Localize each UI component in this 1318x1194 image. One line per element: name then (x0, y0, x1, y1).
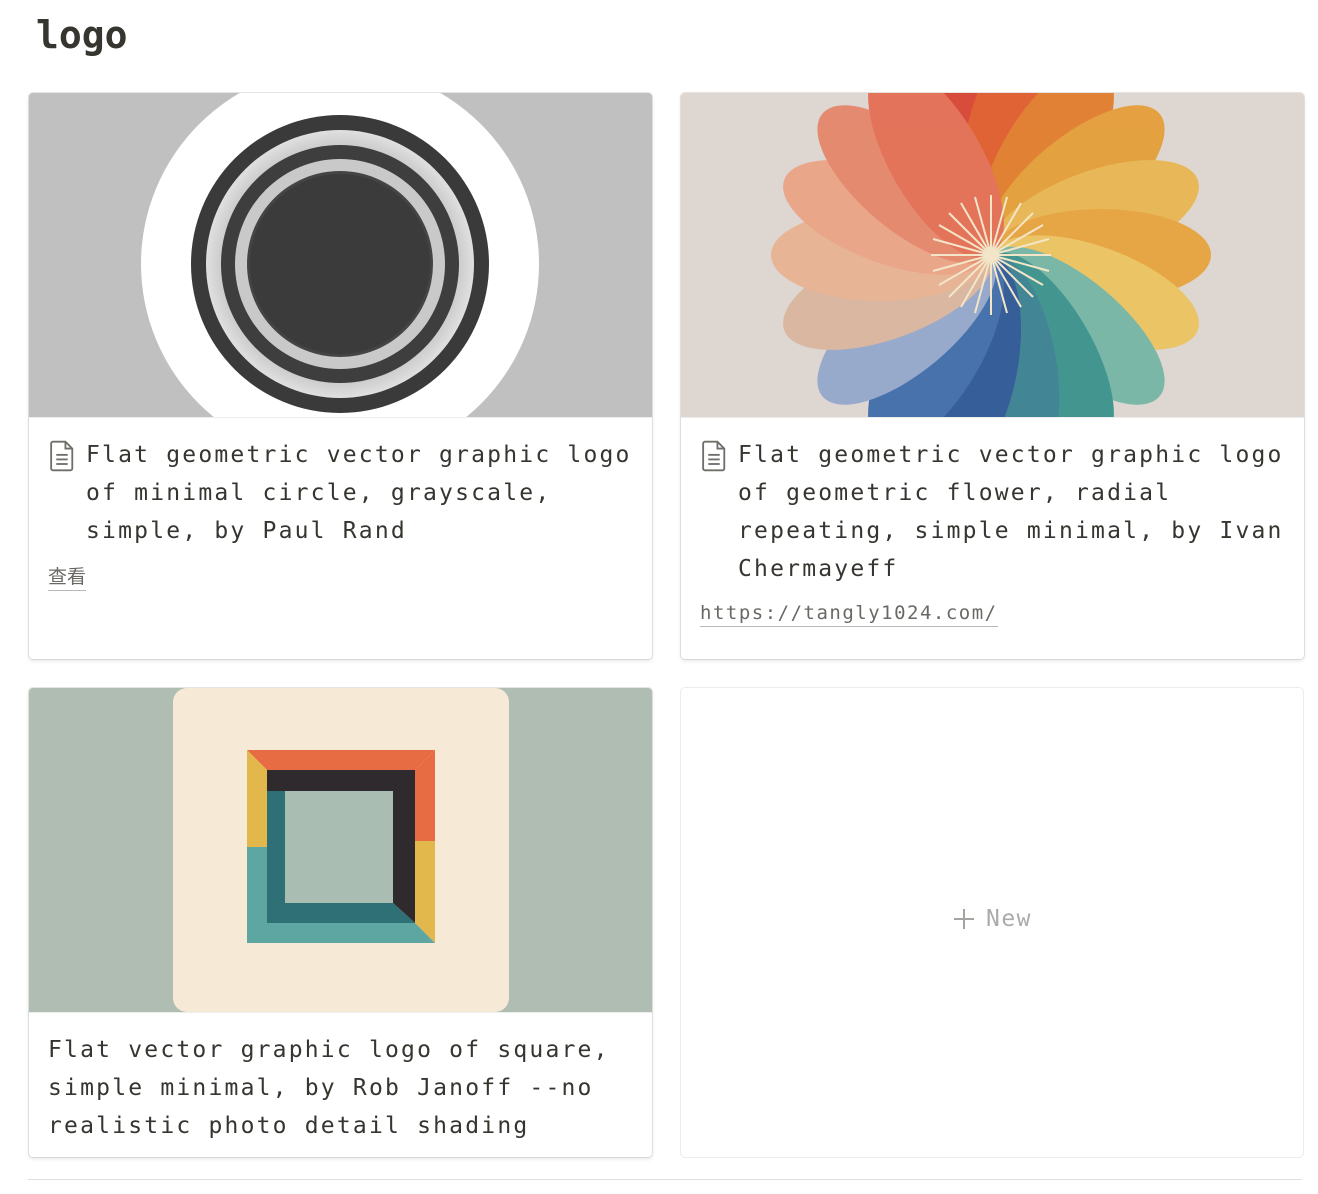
page-icon (50, 440, 74, 472)
circle-logo-image (29, 93, 652, 417)
divider (28, 1179, 1302, 1180)
card-cover-image (29, 688, 652, 1013)
card-body: Flat geometric vector graphic logo of ge… (700, 436, 1288, 627)
card-title: Flat geometric vector graphic logo of ge… (738, 442, 1284, 582)
card-cover-image (29, 93, 652, 418)
square-logo-image (29, 688, 652, 1012)
gallery-card-square[interactable]: Flat vector graphic logo of square, simp… (29, 688, 652, 1157)
card-cover-image (681, 93, 1304, 418)
gallery-card-circle[interactable]: Flat geometric vector graphic logo of mi… (29, 93, 652, 659)
card-title: Flat vector graphic logo of square, simp… (48, 1037, 610, 1139)
gallery-card-flower[interactable]: Flat geometric vector graphic logo of ge… (681, 93, 1304, 659)
new-card-button[interactable]: New (681, 688, 1303, 1157)
new-card-content: New (681, 906, 1303, 932)
card-title: Flat geometric vector graphic logo of mi… (86, 442, 632, 544)
card-body: Flat geometric vector graphic logo of mi… (48, 436, 636, 591)
new-label: New (985, 906, 1033, 932)
card-body: Flat vector graphic logo of square, simp… (48, 1031, 636, 1145)
page-title: logo (36, 13, 128, 57)
url-link[interactable]: https://tangly1024.com/ (700, 600, 998, 627)
page-icon (702, 440, 726, 472)
plus-icon (953, 909, 974, 929)
flower-logo-image (681, 93, 1304, 417)
view-link[interactable]: 查看 (48, 564, 87, 591)
